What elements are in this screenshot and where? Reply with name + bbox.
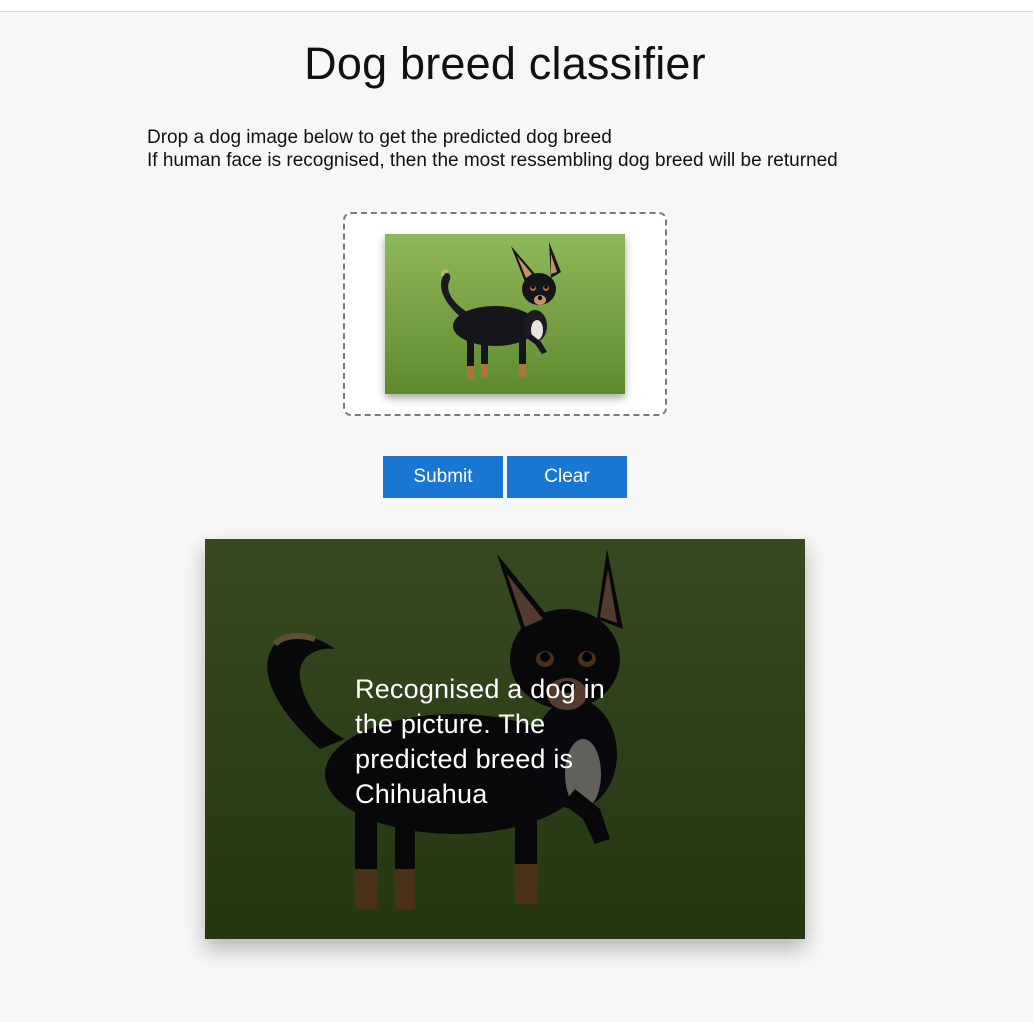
prediction-result-card: Recognised a dog in the picture. The pre… [205, 539, 805, 939]
uploaded-dog-thumbnail [385, 234, 625, 394]
prediction-message: Recognised a dog in the picture. The pre… [355, 674, 605, 809]
dog-photo-icon [385, 234, 625, 394]
instruction-line-drop: Drop a dog image below to get the predic… [147, 127, 612, 148]
instruction-line-human-face: If human face is recognised, then the mo… [147, 150, 838, 171]
instructions: Drop a dog image below to get the predic… [147, 126, 838, 172]
browser-bookmarks-strip [0, 0, 1033, 12]
clear-button[interactable]: Clear [507, 456, 627, 498]
page-title: Dog breed classifier [304, 38, 706, 89]
submit-button[interactable]: Submit [383, 456, 503, 498]
image-dropzone[interactable] [343, 212, 667, 416]
